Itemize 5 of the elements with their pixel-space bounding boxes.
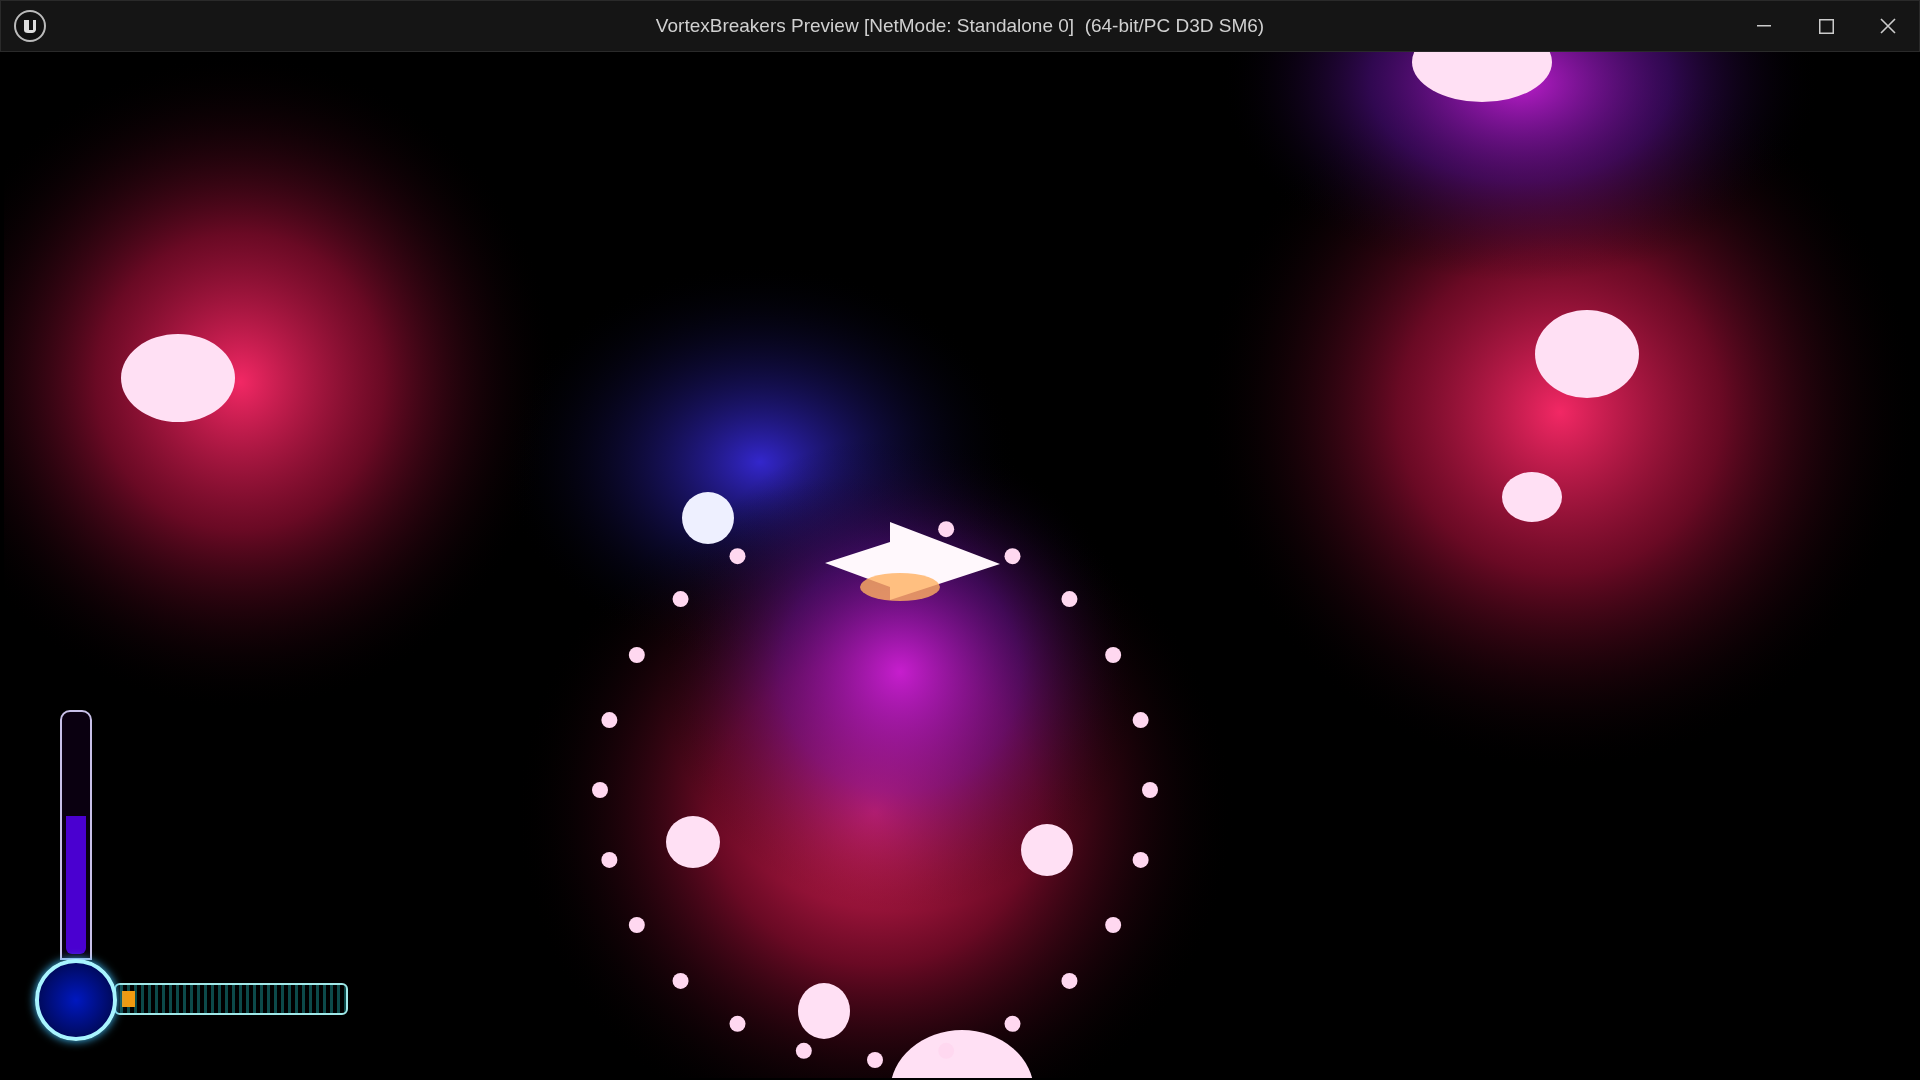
maximize-icon [1818, 18, 1834, 34]
minimize-icon [1757, 25, 1771, 27]
window-title: VortexBreakers Preview [NetMode: Standalone 0] (64-bit/PC D3D SM6) [655, 13, 1265, 38]
engine-logo-icon [13, 9, 47, 43]
close-icon [1880, 18, 1896, 34]
